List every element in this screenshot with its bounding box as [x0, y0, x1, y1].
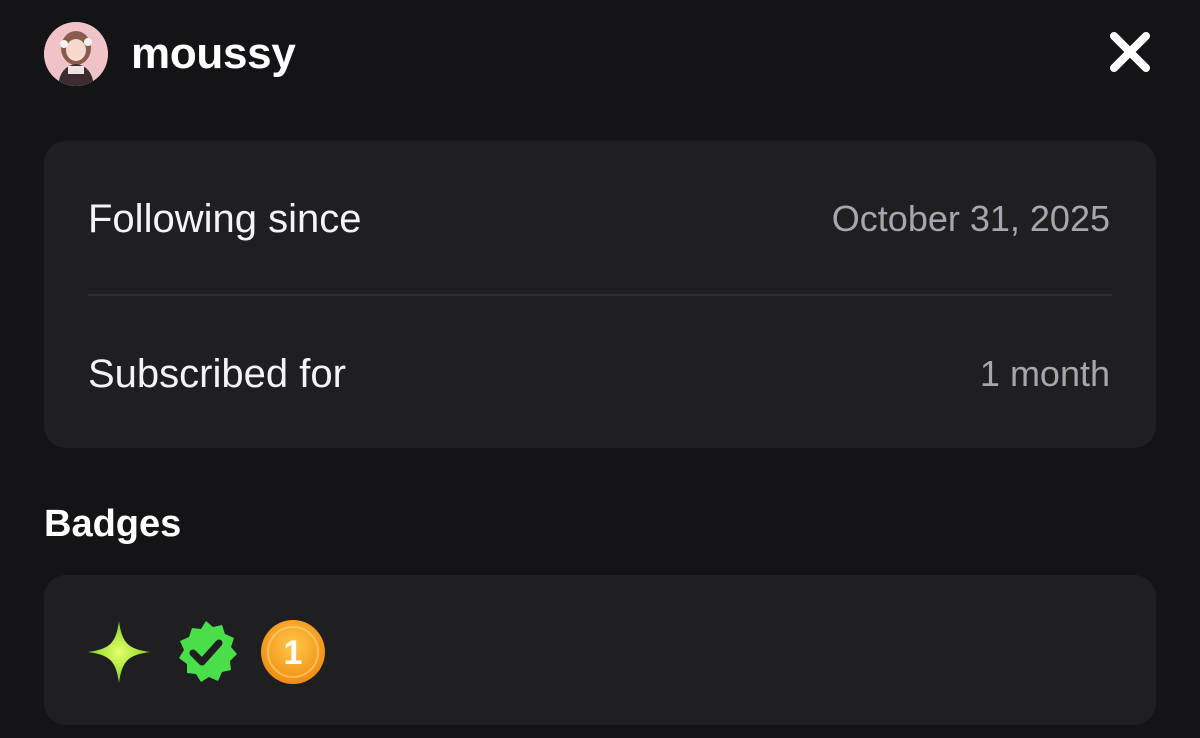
sparkle-icon — [88, 621, 150, 683]
following-since-label: Following since — [88, 197, 362, 241]
subscribed-for-row: Subscribed for 1 month — [88, 344, 1110, 404]
divider — [88, 294, 1112, 296]
subscribed-for-label: Subscribed for — [88, 352, 346, 396]
subscribed-for-value: 1 month — [979, 353, 1110, 394]
close-button[interactable] — [1106, 28, 1154, 76]
following-since-row: Following since October 31, 2025 — [88, 189, 1110, 249]
subscriber-badge-number: 1 — [284, 634, 303, 672]
verified-check-icon — [179, 621, 237, 682]
user-card-header: moussy — [44, 22, 1156, 88]
subscriber-badge[interactable]: 1 — [260, 619, 326, 685]
badges-heading: Badges — [44, 503, 182, 545]
close-icon — [1110, 32, 1150, 72]
username: moussy — [131, 29, 296, 78]
sparkle-badge[interactable] — [86, 619, 152, 685]
badges-card: 1 — [44, 575, 1156, 725]
user-info-card: Following since October 31, 2025 Subscri… — [44, 141, 1156, 448]
verified-badge[interactable] — [173, 619, 239, 685]
user-avatar-icon — [44, 22, 108, 86]
subscriber-one-badge-icon: 1 — [261, 620, 325, 684]
following-since-value: October 31, 2025 — [831, 198, 1110, 239]
avatar[interactable] — [44, 22, 108, 86]
